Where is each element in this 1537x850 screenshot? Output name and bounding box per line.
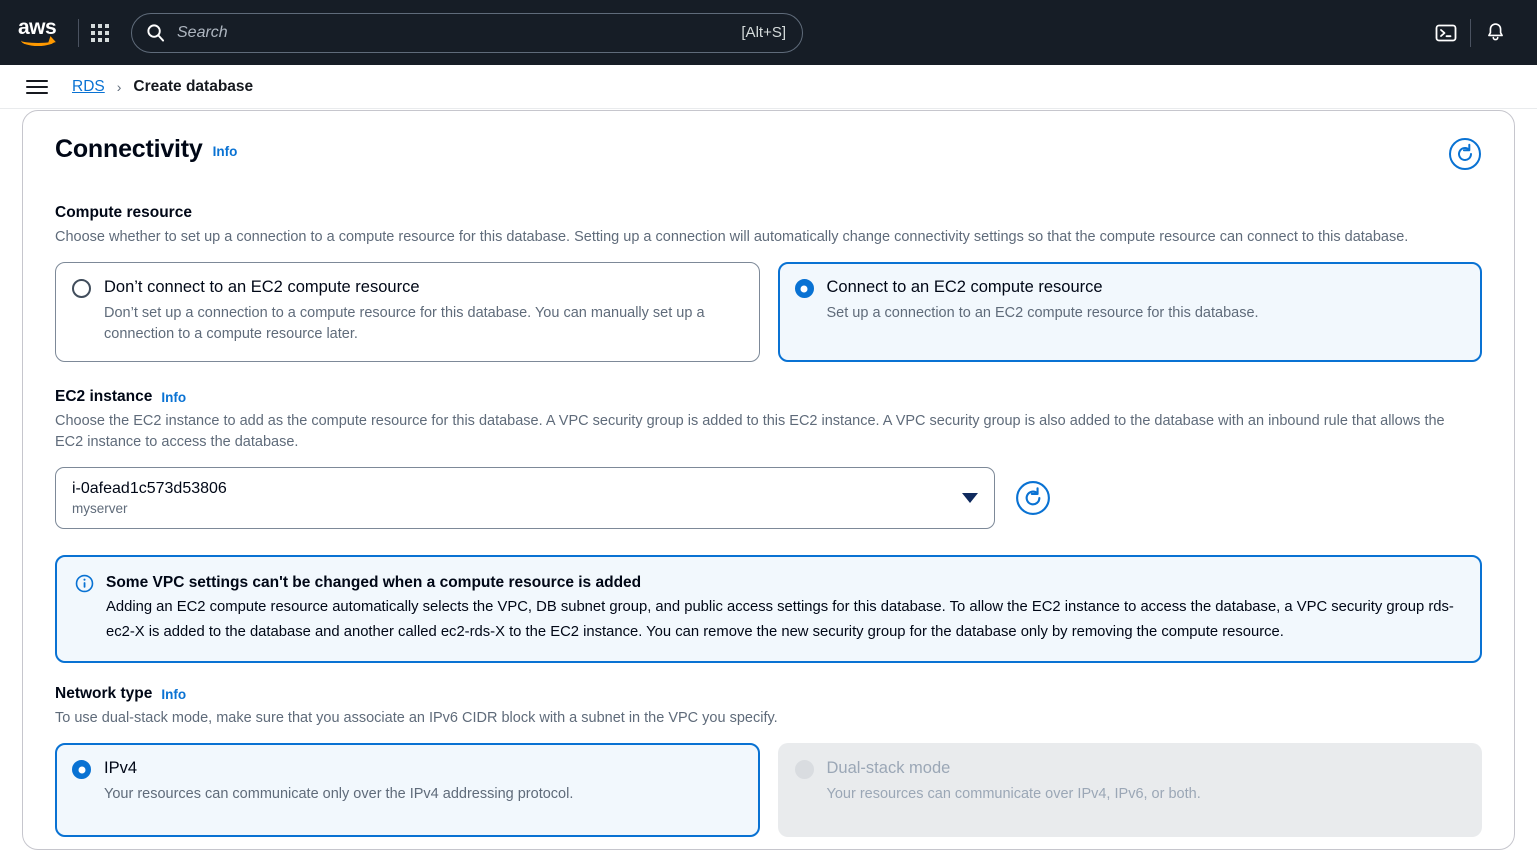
search-icon [147, 24, 165, 42]
refresh-glyph [1449, 138, 1481, 170]
radio-button[interactable] [72, 279, 91, 298]
top-navigation-bar: aws [Alt+S] [0, 0, 1537, 65]
apps-grid-icon[interactable] [79, 12, 121, 54]
ec2-instance-refresh-icon[interactable] [1015, 480, 1051, 516]
ec2-instance-selected-value: i-0afead1c573d53806 [72, 479, 227, 497]
connectivity-info-link[interactable]: Info [213, 144, 238, 159]
ec2-instance-select-text: i-0afead1c573d53806 myserver [72, 479, 962, 518]
compute-resource-options: Don’t connect to an EC2 compute resource… [55, 262, 1482, 362]
network-type-info-link[interactable]: Info [161, 687, 186, 702]
radio-card-dual-stack-mode: Dual-stack mode Your resources can commu… [777, 743, 1482, 837]
network-type-label: Network type Info [55, 685, 1482, 703]
alert-text: Adding an EC2 compute resource automatic… [106, 599, 1454, 640]
connectivity-panel: Connectivity Info Compute resource Choos… [22, 110, 1515, 850]
bell-glyph [1487, 23, 1503, 41]
alert-body: Some VPC settings can't be changed when … [106, 572, 1462, 645]
aws-logo-wordmark: aws [18, 15, 57, 39]
cloudshell-terminal-icon[interactable] [1422, 9, 1470, 57]
hamburger-menu-icon[interactable] [22, 72, 52, 102]
radio-card-ipv4[interactable]: IPv4 Your resources can communicate only… [55, 743, 760, 837]
chevron-right-icon: › [116, 78, 122, 95]
network-type-description: To use dual-stack mode, make sure that y… [55, 710, 778, 726]
vpc-settings-info-alert: Some VPC settings can't be changed when … [55, 555, 1482, 663]
network-type-options: IPv4 Your resources can communicate only… [55, 743, 1482, 837]
refresh-icon[interactable] [1448, 137, 1482, 176]
global-search-bar[interactable]: [Alt+S] [131, 12, 803, 53]
radio-button[interactable] [72, 760, 91, 779]
radio-card-title: Connect to an EC2 compute resource [826, 278, 1103, 296]
breadcrumb-item-current: Create database [133, 77, 254, 95]
radio-card-title: Don’t connect to an EC2 compute resource [104, 278, 420, 296]
radio-card-body: Don’t connect to an EC2 compute resource… [104, 277, 743, 345]
radio-card-description: Don’t set up a connection to a compute r… [104, 305, 705, 342]
breadcrumb: RDS › Create database [72, 78, 253, 96]
ec2-instance-info-link[interactable]: Info [161, 390, 186, 405]
search-input[interactable] [177, 23, 734, 42]
radio-card-description: Your resources can communicate only over… [104, 786, 574, 802]
ec2-instance-select[interactable]: i-0afead1c573d53806 myserver [55, 467, 995, 529]
alert-title: Some VPC settings can't be changed when … [106, 574, 642, 591]
ec2-instance-description: Choose the EC2 instance to add as the co… [55, 413, 1445, 450]
radio-card-title: IPv4 [104, 759, 138, 777]
radio-card-body: IPv4 Your resources can communicate only… [104, 758, 743, 820]
network-type-section: Network type Info To use dual-stack mode… [55, 685, 1482, 837]
compute-resource-description: Choose whether to set up a connection to… [55, 229, 1409, 245]
breadcrumb-bar: RDS › Create database [0, 65, 1537, 109]
ec2-instance-selected-sublabel: myserver [72, 500, 128, 516]
radio-button[interactable] [794, 279, 814, 298]
radio-card-connect-ec2[interactable]: Connect to an EC2 compute resource Set u… [777, 262, 1482, 362]
info-circle-icon [75, 574, 94, 647]
ec2-instance-select-row: i-0afead1c573d53806 myserver [55, 467, 1482, 529]
bell-notifications-icon[interactable] [1471, 9, 1519, 57]
radio-card-dont-connect-ec2[interactable]: Don’t connect to an EC2 compute resource… [55, 262, 760, 362]
radio-button [794, 760, 814, 779]
compute-resource-section: Compute resource Choose whether to set u… [55, 204, 1482, 362]
network-type-label-text: Network type [55, 685, 153, 702]
radio-card-description: Your resources can communicate over IPv4… [826, 786, 1201, 802]
page-title: Connectivity [55, 135, 203, 163]
info-circle-glyph [75, 574, 94, 593]
chevron-down-icon[interactable] [962, 493, 978, 503]
ec2-instance-label: EC2 instance Info [55, 388, 1482, 406]
radio-card-description: Set up a connection to an EC2 compute re… [826, 305, 1259, 321]
ec2-instance-label-text: EC2 instance [55, 388, 153, 405]
ec2-instance-section: EC2 instance Info Choose the EC2 instanc… [55, 388, 1482, 529]
radio-card-title: Dual-stack mode [826, 759, 951, 777]
apps-grid-dots [91, 23, 109, 42]
aws-logo-smile [21, 35, 55, 46]
search-shortcut-hint: [Alt+S] [741, 24, 786, 41]
panel-header: Connectivity Info [55, 135, 1482, 174]
breadcrumb-item-rds[interactable]: RDS [72, 78, 105, 96]
radio-card-body: Connect to an EC2 compute resource Set u… [827, 277, 1466, 345]
cloudshell-terminal-glyph [1435, 24, 1457, 41]
compute-resource-label-text: Compute resource [55, 204, 192, 221]
aws-logo[interactable]: aws [18, 15, 62, 48]
radio-card-body: Dual-stack mode Your resources can commu… [827, 758, 1466, 820]
refresh-glyph [1016, 481, 1050, 515]
compute-resource-label: Compute resource [55, 204, 1482, 222]
nav-right-actions [1422, 9, 1519, 57]
